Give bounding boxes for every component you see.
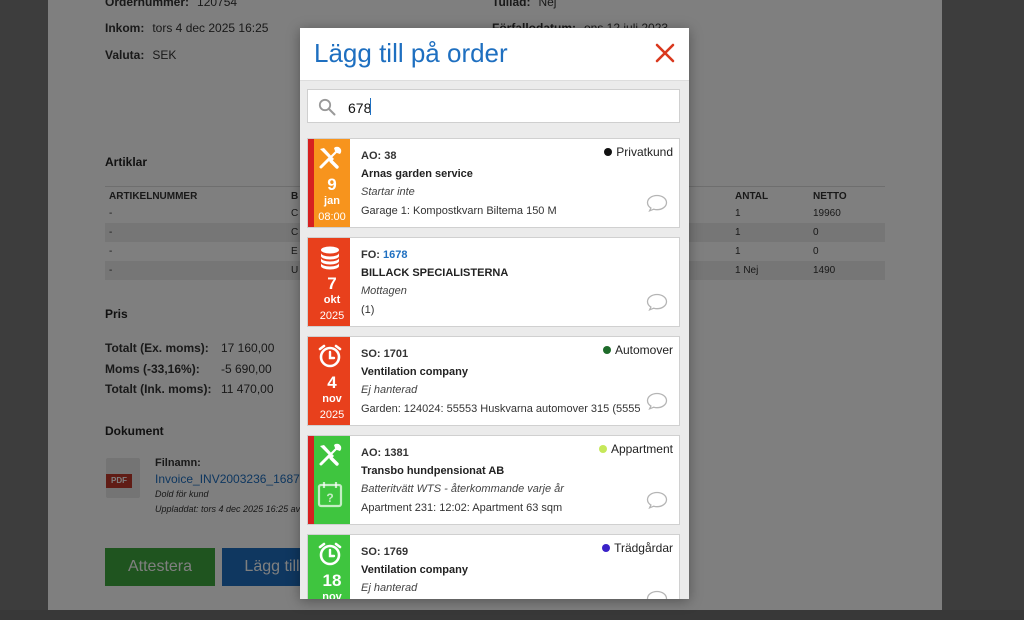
coins-icon	[317, 244, 343, 270]
date-bar: 9 jan 08:00	[308, 139, 350, 227]
date-sub: 2025	[319, 310, 345, 322]
date-bar: 7 okt 2025	[308, 238, 350, 326]
order-info: Apartment 231: 12:02: Apartment 63 sqm	[361, 502, 563, 514]
tools-icon	[317, 145, 343, 171]
search-icon	[318, 98, 336, 116]
date-month: jan	[324, 195, 340, 207]
tools-icon	[317, 442, 343, 468]
customer-name: Transbo hundpensionat AB	[361, 465, 505, 477]
date-sub: 2025	[319, 409, 345, 421]
order-card[interactable]: 7 okt 2025 FO: 1678 BILLACK SPECIALISTERNA Mo…	[307, 237, 680, 327]
close-icon[interactable]	[654, 42, 676, 64]
customer-name: Ventilation company	[361, 366, 468, 378]
svg-text:?: ?	[326, 491, 333, 505]
calendar-question-icon: ?	[317, 482, 343, 508]
add-to-order-modal: Lägg till på order 9jan 08:00 AO: 38 Arnas …	[300, 28, 689, 599]
order-info: Garden: 124024: 55553 Huskvarna automove…	[361, 403, 641, 415]
comment-icon[interactable]	[646, 392, 668, 410]
customer-name: Ventilation company	[361, 564, 468, 576]
order-number: FO: 1678	[361, 249, 408, 261]
order-card[interactable]: 18 nov SO: 1769 Ventilation company Ej hante…	[307, 534, 680, 599]
comment-icon[interactable]	[646, 491, 668, 509]
modal-title: Lägg till på order	[314, 38, 508, 68]
comment-icon[interactable]	[646, 590, 668, 599]
text-caret	[370, 98, 371, 115]
date-day: 9	[327, 175, 337, 194]
customer-tag: Privatkund	[604, 145, 673, 159]
tag-dot	[598, 445, 607, 453]
order-number-link[interactable]: 1678	[383, 249, 407, 261]
priority-edge	[308, 436, 314, 524]
order-info: (1)	[361, 304, 375, 316]
comment-icon[interactable]	[646, 194, 668, 212]
alarm-clock-icon	[317, 541, 343, 567]
order-status: Ej hanterad	[361, 582, 418, 594]
customer-tag: Trädgårdar	[602, 541, 673, 555]
alarm-clock-icon	[317, 343, 343, 369]
date-day: 18	[322, 571, 342, 590]
date-bar: 4 nov 2025	[308, 337, 350, 425]
date-day: 4	[327, 373, 337, 392]
tag-dot	[604, 148, 613, 156]
date-month: nov	[322, 591, 342, 599]
order-number: AO: 1381	[361, 447, 409, 459]
order-number: SO: 1769	[361, 546, 409, 558]
date-day: 7	[327, 274, 337, 293]
order-status: Batteritvätt WTS - återkommande varje år	[361, 483, 564, 495]
date-bar: 18 nov	[308, 535, 350, 599]
order-card[interactable]: 4 nov 2025 SO: 1701 Ventilation company Ej ha…	[307, 336, 680, 426]
tag-dot	[602, 544, 611, 552]
comment-icon[interactable]	[646, 293, 668, 311]
order-status: Startar inte	[361, 186, 415, 198]
customer-tag: Appartment	[598, 442, 673, 456]
customer-tag: Automover	[602, 343, 673, 357]
date-month: nov	[322, 393, 342, 405]
date-bar: ?	[308, 436, 350, 524]
customer-name: BILLACK SPECIALISTERNA	[361, 267, 509, 279]
date-month: okt	[323, 294, 341, 306]
order-status: Mottagen	[361, 285, 407, 297]
order-status: Ej hanterad	[361, 384, 418, 396]
order-card[interactable]: 9 jan 08:00 AO: 38 Arnas garden service Start…	[307, 138, 680, 228]
modal-header: Lägg till på order	[300, 28, 689, 81]
tag-dot	[602, 346, 611, 354]
order-info: Garage 1: Kompostkvarn Biltema 150 M	[361, 205, 557, 217]
search-box	[307, 89, 680, 123]
search-input[interactable]	[346, 97, 670, 119]
customer-name: Arnas garden service	[361, 168, 473, 180]
order-card[interactable]: ? AO: 1381 Transbo hundpensionat AB Batteri…	[307, 435, 680, 525]
order-number: AO: 38	[361, 150, 397, 162]
order-number: SO: 1701	[361, 348, 409, 360]
date-sub: 08:00	[318, 211, 346, 223]
